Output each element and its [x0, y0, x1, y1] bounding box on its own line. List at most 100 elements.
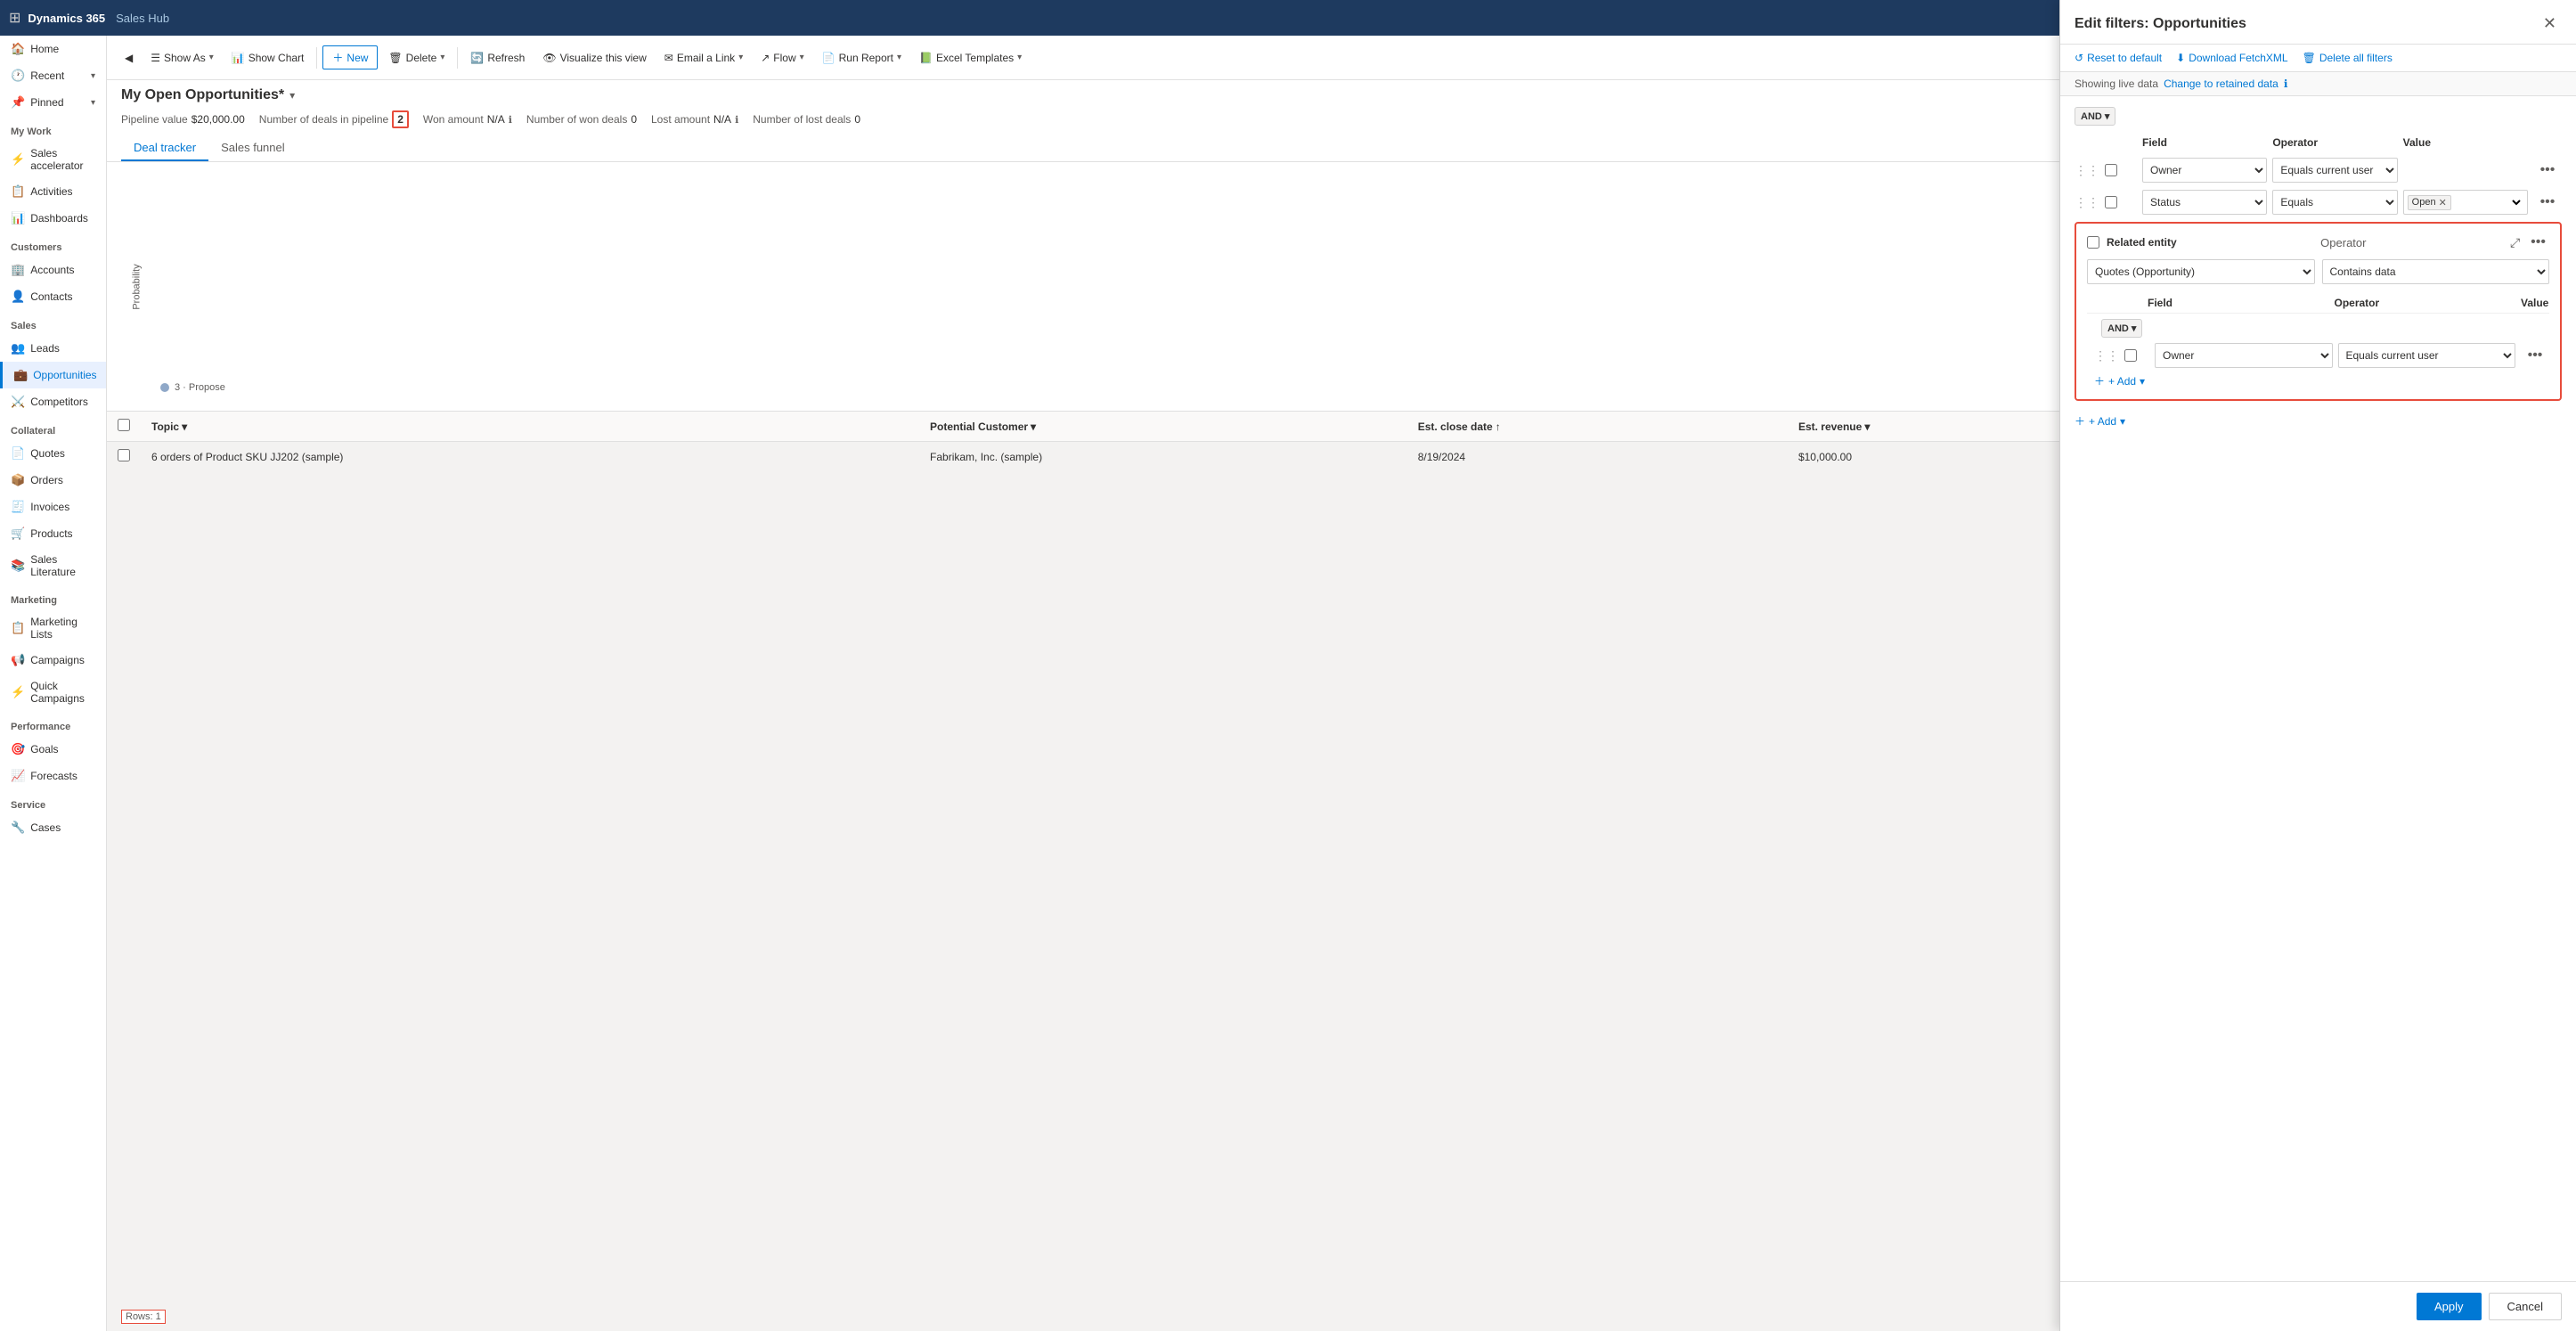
sidebar-item-activities[interactable]: 📋 Activities	[0, 178, 106, 205]
sidebar-item-quick-campaigns[interactable]: ⚡ Quick Campaigns	[0, 674, 106, 711]
filter2-value-select[interactable]	[2455, 192, 2523, 213]
add-row-button[interactable]: ＋ + Add ▾	[2075, 410, 2125, 432]
re-title: Related entity	[2107, 236, 2177, 249]
sidebar-item-home[interactable]: 🏠 Home	[0, 36, 106, 62]
sidebar-item-sales-literature[interactable]: 📚 Sales Literature	[0, 547, 106, 584]
re-expand-button[interactable]: ⤢	[2510, 235, 2520, 250]
pipeline-stat: Pipeline value $20,000.00	[121, 113, 245, 126]
pipeline-label: Pipeline value	[121, 113, 188, 126]
sidebar-item-competitors[interactable]: ⚔️ Competitors	[0, 388, 106, 415]
refresh-button[interactable]: 🔄 Refresh	[463, 47, 532, 69]
delete-button[interactable]: 🗑 Delete ▾	[381, 47, 452, 69]
row-checkbox[interactable]	[118, 449, 130, 461]
filter2-more-button[interactable]: •••	[2533, 192, 2562, 212]
show-chart-button[interactable]: 📊 Show Chart	[224, 47, 312, 69]
sidebar-item-quotes[interactable]: 📄 Quotes	[0, 440, 106, 467]
row-topic[interactable]: 6 orders of Product SKU JJ202 (sample)	[141, 442, 919, 472]
visualize-button[interactable]: 👁 Visualize this view	[535, 47, 653, 69]
new-button[interactable]: ＋ New	[322, 45, 378, 69]
customer-sort[interactable]: Potential Customer ▾	[930, 421, 1397, 433]
grid-icon: ⊞	[9, 9, 20, 27]
flow-button[interactable]: ↗ Flow ▾	[754, 47, 811, 69]
reset-default-button[interactable]: ↺ Reset to default	[2075, 52, 2162, 64]
won-info-icon[interactable]: ℹ	[509, 114, 512, 126]
re-filter1-more[interactable]: •••	[2521, 346, 2549, 365]
retained-data-link[interactable]: Change to retained data	[2164, 78, 2278, 90]
title-dropdown-icon[interactable]: ▾	[289, 89, 295, 102]
re-filter1-field[interactable]: Owner	[2155, 343, 2333, 368]
pipeline-value: $20,000.00	[192, 113, 245, 126]
visualize-label: Visualize this view	[560, 52, 647, 64]
live-data-bar: Showing live data Change to retained dat…	[2060, 72, 2576, 96]
show-as-button[interactable]: ☰ Show As ▾	[143, 47, 221, 69]
filter2-operator-select[interactable]: Equals	[2272, 190, 2397, 215]
open-tag-close[interactable]: ✕	[2439, 197, 2447, 208]
download-fetchxml-button[interactable]: ⬇ Download FetchXML	[2176, 52, 2287, 64]
sidebar-item-opportunities[interactable]: 💼 Opportunities	[0, 362, 106, 388]
legend-dot	[160, 383, 169, 392]
email-label: Email a Link	[677, 52, 735, 64]
filter1-operator-select[interactable]: Equals current user	[2272, 158, 2397, 183]
re-filter-row-1: ⋮⋮ Owner Equals current user •••	[2094, 343, 2549, 368]
re-more-button[interactable]: •••	[2527, 233, 2549, 252]
sidebar-item-leads[interactable]: 👥 Leads	[0, 335, 106, 362]
sidebar-item-sales-accelerator[interactable]: ⚡ Sales accelerator	[0, 141, 106, 178]
show-as-chevron: ▾	[209, 53, 214, 62]
lost-stat: Lost amount N/A ℹ	[651, 113, 738, 126]
sidebar-item-campaigns[interactable]: 📢 Campaigns	[0, 647, 106, 674]
flow-label: Flow	[773, 52, 795, 64]
select-all-checkbox[interactable]	[118, 419, 130, 431]
filter2-checkbox[interactable]	[2105, 196, 2117, 208]
filter1-field-select[interactable]: Owner	[2142, 158, 2267, 183]
sidebar-item-products[interactable]: 🛒 Products	[0, 520, 106, 547]
sidebar-item-forecasts[interactable]: 📈 Forecasts	[0, 763, 106, 789]
re-operator-select[interactable]: Contains data	[2322, 259, 2550, 284]
report-chevron: ▾	[897, 53, 901, 62]
re-entity-select[interactable]: Quotes (Opportunity)	[2087, 259, 2315, 284]
refresh-label: Refresh	[487, 52, 525, 64]
sidebar-item-contacts-label: Contacts	[30, 290, 72, 303]
opportunities-icon: 💼	[13, 368, 28, 382]
tab-deal-tracker[interactable]: Deal tracker	[121, 135, 208, 161]
sidebar-item-orders[interactable]: 📦 Orders	[0, 467, 106, 494]
drag-handle-1[interactable]: ⋮⋮	[2075, 163, 2099, 178]
sidebar-item-cases[interactable]: 🔧 Cases	[0, 814, 106, 841]
cancel-button[interactable]: Cancel	[2489, 1293, 2562, 1320]
filter1-more-button[interactable]: •••	[2533, 160, 2562, 180]
sidebar-item-goals[interactable]: 🎯 Goals	[0, 736, 106, 763]
sidebar-item-marketing-lists[interactable]: 📋 Marketing Lists	[0, 609, 106, 647]
run-report-button[interactable]: 📄 Run Report ▾	[815, 47, 909, 69]
sidebar-item-accounts[interactable]: 🏢 Accounts	[0, 257, 106, 283]
quotes-icon: 📄	[11, 446, 25, 461]
sidebar-item-contacts[interactable]: 👤 Contacts	[0, 283, 106, 310]
panel-close-button[interactable]: ✕	[2538, 12, 2562, 35]
sidebar-item-recent[interactable]: 🕐 Recent ▾	[0, 62, 106, 89]
re-filter1-operator[interactable]: Equals current user	[2338, 343, 2516, 368]
related-entity-block: Related entity Operator ⤢ ••• Quotes (Op…	[2075, 222, 2562, 401]
apply-button[interactable]: Apply	[2417, 1293, 2482, 1320]
drag-handle-2[interactable]: ⋮⋮	[2075, 195, 2099, 210]
sidebar-item-invoices[interactable]: 🧾 Invoices	[0, 494, 106, 520]
delete-all-filters-button[interactable]: 🗑 Delete all filters	[2303, 52, 2393, 64]
tab-sales-funnel[interactable]: Sales funnel	[208, 135, 298, 161]
sidebar-item-pinned[interactable]: 📌 Pinned ▾	[0, 89, 106, 116]
and-badge[interactable]: AND ▾	[2075, 107, 2115, 126]
topic-sort[interactable]: Topic ▾	[151, 421, 909, 433]
re-sub-and-badge[interactable]: AND ▾	[2101, 319, 2142, 338]
invoices-icon: 🧾	[11, 500, 25, 514]
service-section: Service	[0, 789, 106, 814]
date-sort[interactable]: Est. close date ↑	[1418, 421, 1777, 433]
excel-button[interactable]: 📗 Excel Templates ▾	[912, 47, 1029, 69]
re-filter1-checkbox[interactable]	[2124, 349, 2137, 362]
row-customer[interactable]: Fabrikam, Inc. (sample)	[919, 442, 1407, 472]
re-checkbox[interactable]	[2087, 236, 2099, 249]
back-button[interactable]: ◀	[118, 47, 140, 69]
filter2-field-select[interactable]: Status	[2142, 190, 2267, 215]
re-drag-handle[interactable]: ⋮⋮	[2094, 348, 2119, 363]
re-add-button[interactable]: ＋ + Add ▾	[2094, 373, 2145, 388]
sort-asc-icon: ↑	[1496, 421, 1501, 433]
filter1-checkbox[interactable]	[2105, 164, 2117, 176]
lost-info-icon[interactable]: ℹ	[735, 114, 738, 126]
sidebar-item-dashboards[interactable]: 📊 Dashboards	[0, 205, 106, 232]
email-link-button[interactable]: ✉ Email a Link ▾	[657, 47, 750, 69]
